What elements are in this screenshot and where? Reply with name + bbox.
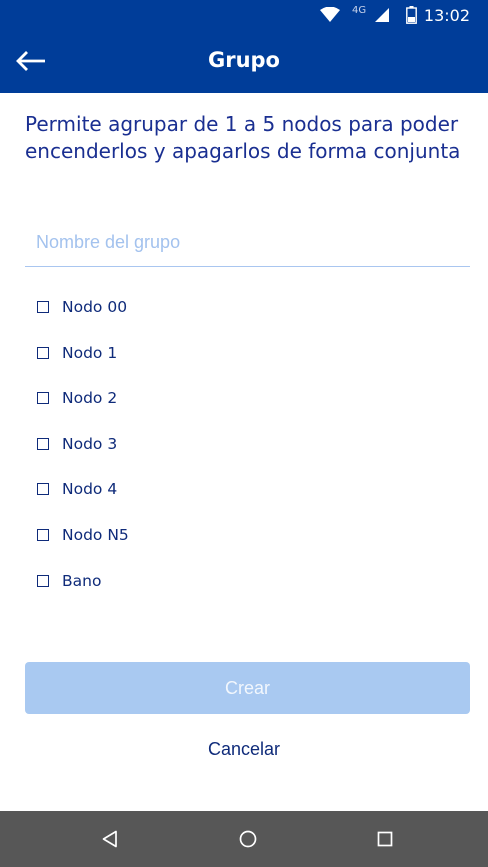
page-title: Grupo <box>207 48 280 72</box>
system-navigation-bar <box>0 811 488 867</box>
checkbox-icon <box>37 438 49 450</box>
node-checkbox-nodo-3[interactable]: Nodo 3 <box>37 427 287 461</box>
group-name-field <box>25 220 470 267</box>
node-label: Nodo 1 <box>62 344 118 362</box>
signal-icon <box>375 8 389 22</box>
wifi-icon <box>320 7 340 22</box>
create-button[interactable]: Crear <box>25 662 470 714</box>
back-triangle-icon[interactable] <box>99 828 121 850</box>
node-checkbox-nodo-n5[interactable]: Nodo N5 <box>37 518 287 552</box>
node-label: Nodo 00 <box>62 298 128 316</box>
cancel-button[interactable]: Cancelar <box>0 739 488 760</box>
checkbox-icon <box>37 575 49 587</box>
node-label: Nodo 3 <box>62 435 118 453</box>
node-checkbox-nodo-1[interactable]: Nodo 1 <box>37 336 287 370</box>
group-name-input[interactable] <box>25 220 470 264</box>
checkbox-icon <box>37 347 49 359</box>
node-checkbox-nodo-4[interactable]: Nodo 4 <box>37 472 287 506</box>
home-circle-icon[interactable] <box>237 828 259 850</box>
node-checkbox-bano[interactable]: Bano <box>37 564 287 598</box>
checkbox-icon <box>37 483 49 495</box>
checkbox-icon <box>37 392 49 404</box>
status-time: 13:02 <box>423 6 470 25</box>
node-label: Bano <box>62 572 102 590</box>
status-bar: 4G 13:02 <box>0 0 488 30</box>
checkbox-icon <box>37 529 49 541</box>
node-checkbox-nodo-00[interactable]: Nodo 00 <box>37 290 287 324</box>
app-bar: Grupo <box>0 30 488 93</box>
checkbox-icon <box>37 301 49 313</box>
network-type-label: 4G <box>352 5 367 16</box>
node-checkbox-nodo-2[interactable]: Nodo 2 <box>37 381 287 415</box>
recents-square-icon[interactable] <box>374 828 396 850</box>
group-description: Permite agrupar de 1 a 5 nodos para pode… <box>25 112 461 163</box>
battery-icon <box>406 6 417 24</box>
node-label: Nodo N5 <box>62 526 129 544</box>
node-label: Nodo 2 <box>62 389 118 407</box>
node-label: Nodo 4 <box>62 480 118 498</box>
